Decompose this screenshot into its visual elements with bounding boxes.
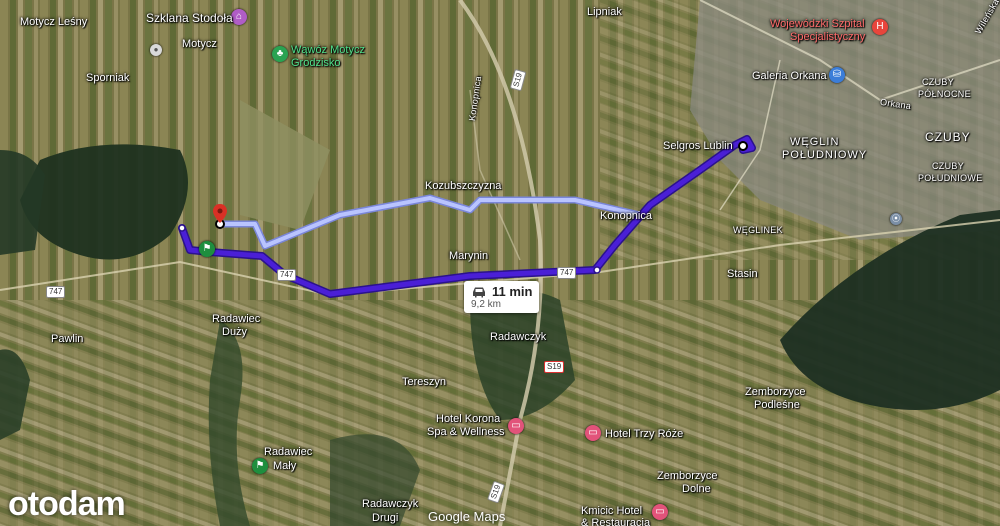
motycz-poi-icon[interactable]: ● xyxy=(150,44,162,56)
road-s19-shield: S19 xyxy=(544,361,565,373)
place-label: Sporniak xyxy=(86,72,130,84)
road-747-shield: 747 xyxy=(46,286,66,298)
place-label: Motycz Leśny xyxy=(20,16,88,28)
place-label: Radawiec xyxy=(264,446,313,458)
place-label: Motycz xyxy=(182,38,217,50)
transit-icon[interactable]: ⦿ xyxy=(890,213,902,225)
district-label: POŁUDNIOWY xyxy=(782,149,868,161)
place-label: Podleśne xyxy=(754,399,800,411)
map-view[interactable]: ⚑ ⌂ ♣ ● H ⛁ ▭ ▭ ▭ ⚑ ⦿ Motycz Leśny Szkla… xyxy=(0,0,1000,526)
kmicic-hotel-icon[interactable]: ▭ xyxy=(652,504,668,520)
poi-label: Hotel Trzy Róże xyxy=(605,428,684,440)
place-label: Stasin xyxy=(727,268,758,280)
district-label: PÓŁNOCNE xyxy=(918,89,971,99)
otodom-watermark: otodam xyxy=(8,485,126,523)
place-label: Tereszyn xyxy=(402,376,447,388)
destination-pin-icon[interactable] xyxy=(212,204,228,224)
road-747-shield: 747 xyxy=(557,267,577,279)
poi-label: Spa & Wellness xyxy=(427,426,505,438)
route-duration: 11 min xyxy=(492,284,533,299)
poi-label: Hotel Korona xyxy=(436,413,501,425)
radawiec-maly-flag-icon[interactable]: ⚑ xyxy=(252,458,268,474)
poi-label: Wojewódzki Szpital xyxy=(770,18,865,30)
car-icon xyxy=(473,287,485,297)
poi-label: Galeria Orkana xyxy=(752,70,827,82)
district-label: WĘGLIN xyxy=(790,136,840,148)
place-label: Zemborzyce xyxy=(657,470,718,482)
district-label: CZUBY xyxy=(925,130,971,144)
place-label: Kozubszczyzna xyxy=(425,180,502,192)
district-label: POŁUDNIOWE xyxy=(918,173,983,183)
place-label: Radawczyk xyxy=(362,498,419,510)
district-label: WĘGLINEK xyxy=(733,225,783,235)
place-label: Lipniak xyxy=(587,6,622,18)
place-label: Radawczyk xyxy=(490,331,547,343)
place-label: Szklana Stodoła xyxy=(146,11,233,25)
hotel-korona-icon[interactable]: ▭ xyxy=(508,418,524,434)
road-747-shield: 747 xyxy=(277,269,297,281)
place-label: Zemborzyce xyxy=(745,386,806,398)
place-label: Marynin xyxy=(449,250,489,262)
poi-label: Selgros Lublin xyxy=(663,140,733,152)
google-maps-attribution: Google Maps xyxy=(428,509,506,524)
szklana-stodola-poi-icon[interactable]: ⌂ xyxy=(231,9,247,25)
place-label: Drugi xyxy=(372,512,399,524)
start-flag-icon[interactable]: ⚑ xyxy=(199,241,215,257)
place-label: Pawlin xyxy=(51,333,84,345)
place-label: Konopnica xyxy=(600,210,652,222)
place-label: Mały xyxy=(273,460,297,472)
place-label: Dolne xyxy=(682,483,711,495)
place-label: Radawiec xyxy=(212,313,261,325)
route-info-chip[interactable]: 11 min 9,2 km xyxy=(464,281,540,313)
shopping-icon[interactable]: ⛁ xyxy=(829,67,845,83)
poi-label: Grodzisko xyxy=(291,57,341,69)
satellite-background xyxy=(0,0,1000,526)
poi-label: Wąwóz Motycz xyxy=(291,44,365,56)
poi-label: & Restauracja xyxy=(581,517,651,526)
place-label: Duży xyxy=(222,326,248,338)
hospital-icon[interactable]: H xyxy=(872,19,888,35)
hotel-trzy-roze-icon[interactable]: ▭ xyxy=(585,425,601,441)
wawoz-park-icon[interactable]: ♣ xyxy=(272,46,288,62)
route-distance: 9,2 km xyxy=(471,299,502,310)
poi-label: Specjalistyczny xyxy=(790,31,866,43)
